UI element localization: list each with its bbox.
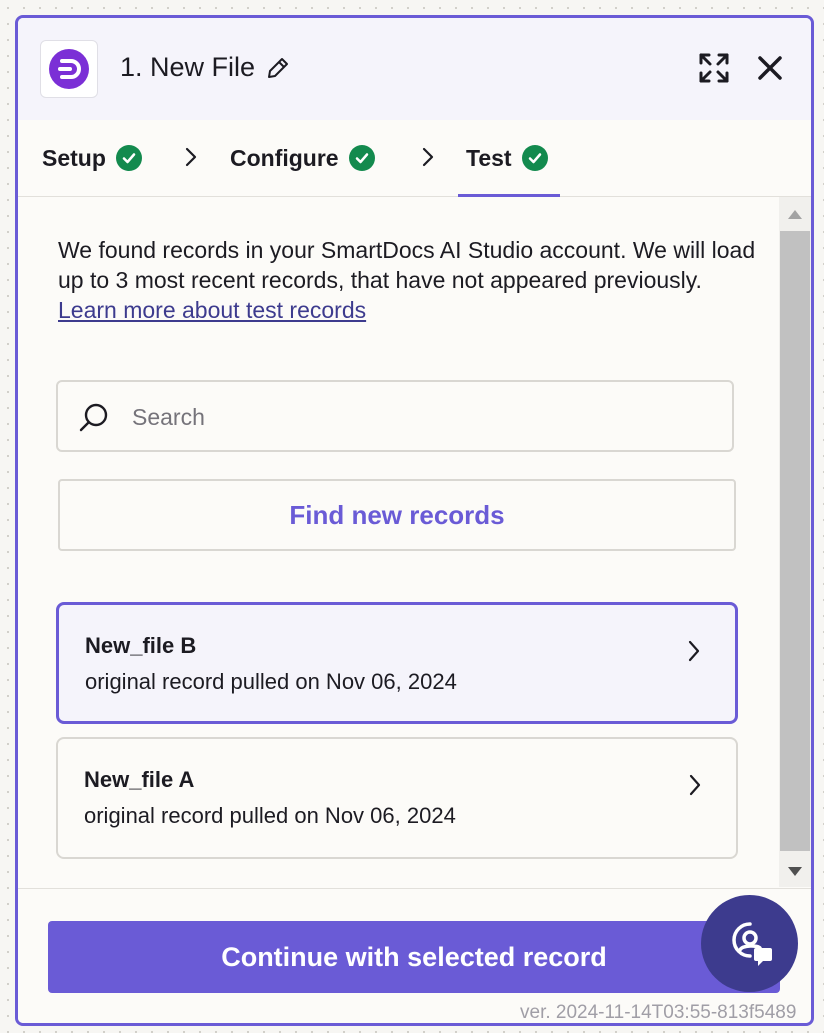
find-new-records-button[interactable]: Find new records [58, 479, 736, 551]
record-item[interactable]: New_file A original record pulled on Nov… [56, 737, 738, 859]
search-input[interactable] [130, 382, 714, 452]
panel-header: 1. New File [18, 18, 811, 120]
scroll-down-arrow-icon[interactable] [787, 865, 803, 877]
chevron-right-icon [184, 146, 198, 173]
tab-label: Setup [42, 144, 106, 171]
check-circle-icon [521, 145, 548, 171]
record-subtitle: original record pulled on Nov 06, 2024 [84, 803, 456, 828]
tab-label: Test [466, 144, 512, 171]
record-name: New_file B [85, 633, 197, 658]
chevron-right-icon [421, 146, 435, 173]
description: We found records in your SmartDocs AI St… [58, 235, 758, 325]
search-box [56, 380, 734, 452]
chevron-right-icon [687, 639, 701, 668]
step-tabs: Setup Configure Test [18, 120, 811, 197]
description-text: We found records in your SmartDocs AI St… [58, 237, 756, 293]
expand-icon[interactable] [698, 52, 730, 84]
chevron-right-icon [688, 773, 702, 802]
record-name: New_file A [84, 767, 195, 792]
close-icon[interactable] [756, 54, 784, 82]
version-label: ver. 2024-11-14T03:55-813f5489 [520, 1002, 797, 1023]
check-circle-icon [115, 145, 142, 171]
help-chat-icon [731, 921, 772, 966]
search-icon [79, 403, 108, 432]
scroll-up-arrow-icon[interactable] [787, 209, 803, 221]
app-icon [40, 40, 98, 98]
learn-more-link[interactable]: Learn more about test records [58, 295, 758, 325]
test-content: We found records in your SmartDocs AI St… [18, 197, 811, 887]
tab-test[interactable]: Test [458, 120, 560, 197]
continue-button[interactable]: Continue with selected record [48, 921, 780, 993]
record-subtitle: original record pulled on Nov 06, 2024 [85, 669, 457, 694]
record-item[interactable]: New_file B original record pulled on Nov… [56, 602, 738, 724]
help-chat-button[interactable] [701, 895, 798, 992]
check-circle-icon [348, 145, 375, 171]
smartdocs-logo-icon [49, 49, 89, 89]
tab-configure[interactable]: Configure [230, 120, 375, 196]
page-title: 1. New File [120, 52, 256, 82]
step-panel: 1. New File Setup Configure Test We foun… [15, 15, 814, 1026]
scrollbar[interactable] [779, 197, 811, 887]
scrollbar-thumb[interactable] [780, 231, 810, 851]
pencil-icon[interactable] [265, 55, 291, 81]
tab-label: Configure [230, 144, 339, 171]
tab-setup[interactable]: Setup [42, 120, 142, 196]
